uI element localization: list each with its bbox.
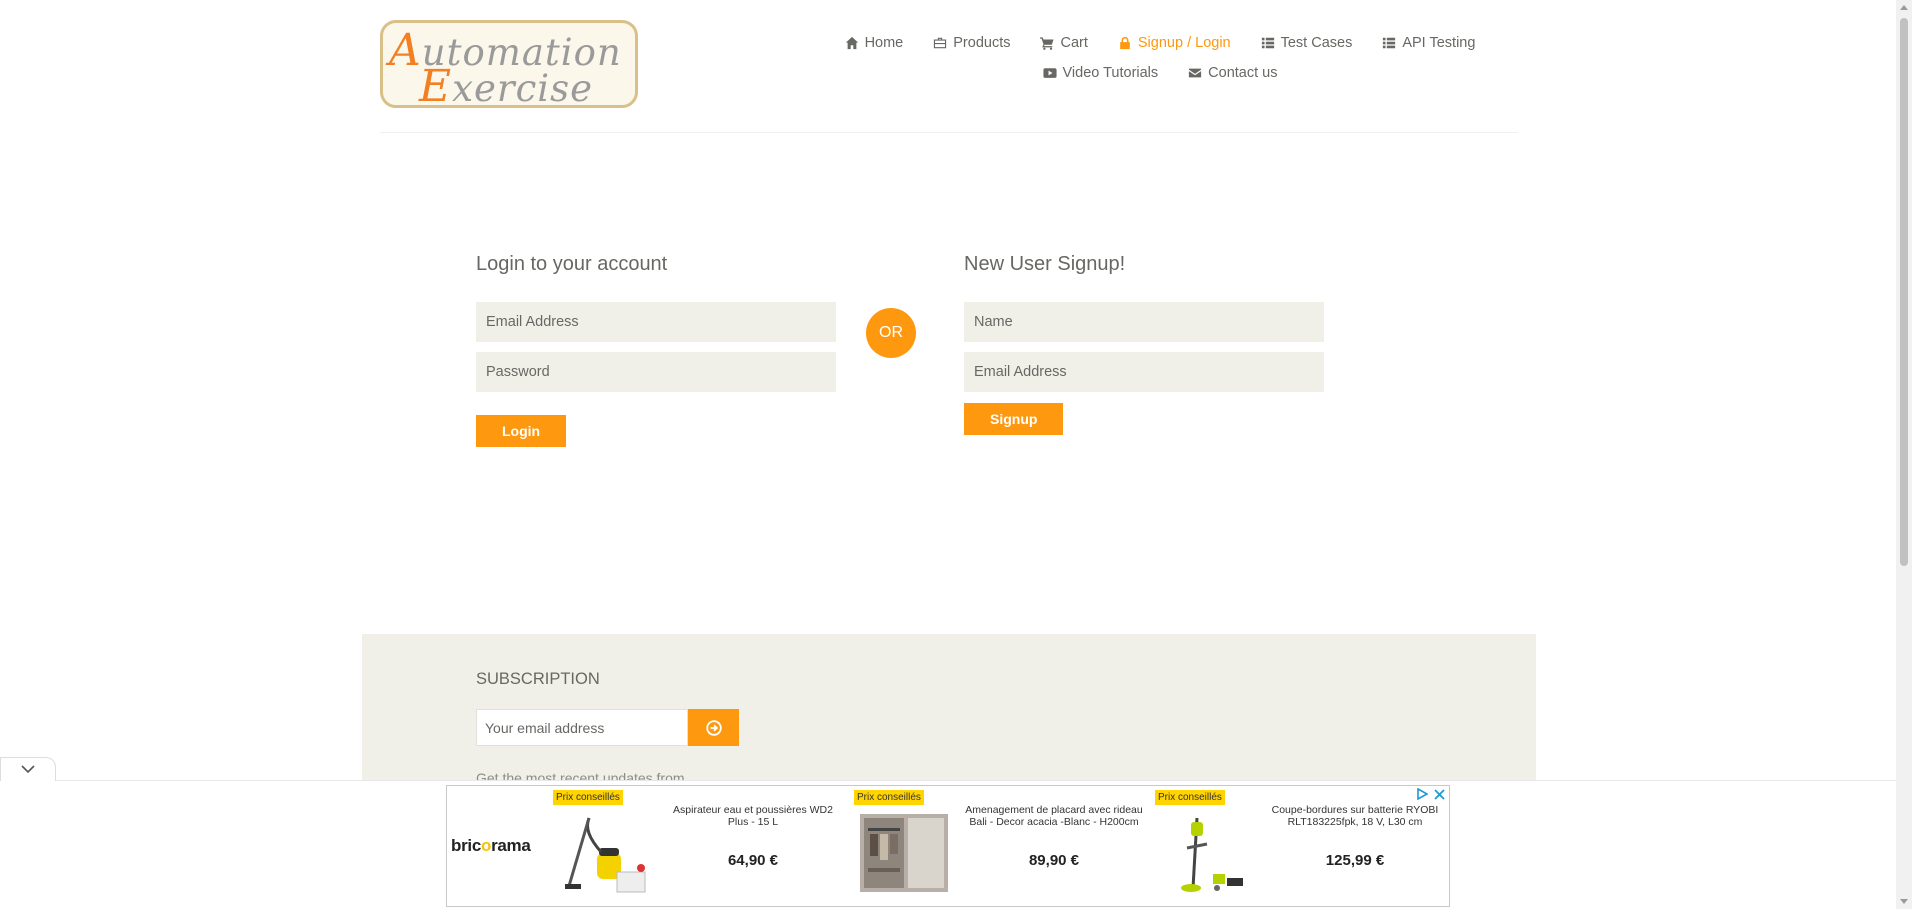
lock-icon xyxy=(1120,36,1130,50)
site-logo[interactable]: Automation Exercise xyxy=(380,20,638,108)
main-nav: Home Products Cart Signup / Login Test C… xyxy=(780,28,1540,88)
scroll-up-arrow-icon[interactable] xyxy=(1900,5,1908,10)
scrollbar-thumb[interactable] xyxy=(1900,18,1908,566)
ad-product-card[interactable]: Prix conseillés Coupe-bordures sur batte… xyxy=(1155,790,1455,902)
page-scrollbar[interactable] xyxy=(1896,0,1912,909)
subscription-title: SUBSCRIPTION xyxy=(476,670,600,688)
nav-products[interactable]: Products xyxy=(933,35,1010,51)
ad-product-badge: Prix conseillés xyxy=(854,790,924,805)
adchoices-icon[interactable] xyxy=(1416,788,1428,800)
grass-trimmer-image xyxy=(1181,817,1243,892)
ad-collapse-toggle[interactable] xyxy=(0,757,56,781)
ad-product-title: Aspirateur eau et poussières WD2 Plus - … xyxy=(673,804,833,828)
signup-title: New User Signup! xyxy=(964,253,1126,275)
close-icon[interactable] xyxy=(1434,788,1445,800)
arrow-circle-right-icon xyxy=(705,719,722,736)
vacuum-cleaner-image xyxy=(565,817,646,893)
youtube-play-icon xyxy=(1042,68,1057,78)
ad-product-title: Amenagement de placard avec rideau Bali … xyxy=(965,804,1143,828)
ad-product-price: 64,90 € xyxy=(727,852,779,869)
signup-name-input[interactable] xyxy=(964,302,1324,342)
signup-button[interactable]: Signup xyxy=(964,403,1064,435)
login-form: Login to your account Login xyxy=(476,252,836,447)
or-divider: OR xyxy=(866,308,916,358)
nav-contact-us[interactable]: Contact us xyxy=(1188,65,1277,81)
nav-signup-login[interactable]: Signup / Login xyxy=(1118,35,1231,51)
login-button[interactable]: Login xyxy=(476,415,567,447)
login-password-input[interactable] xyxy=(476,352,836,392)
nav-home[interactable]: Home xyxy=(845,35,903,51)
cart-icon xyxy=(1040,37,1055,50)
nav-cart[interactable]: Cart xyxy=(1040,35,1088,51)
ad-product-card[interactable]: Prix conseillés Amenagement de placard a… xyxy=(854,790,1154,902)
login-email-input[interactable] xyxy=(476,302,836,342)
chevron-down-icon xyxy=(21,765,35,774)
list-icon xyxy=(1261,37,1274,49)
nav-test-cases[interactable]: Test Cases xyxy=(1261,35,1352,51)
nav-video-tutorials[interactable]: Video Tutorials xyxy=(1042,65,1158,81)
home-icon xyxy=(845,36,858,50)
ad-product-badge: Prix conseillés xyxy=(1155,790,1225,805)
list-icon xyxy=(1383,37,1396,49)
subscription-form xyxy=(476,709,739,746)
nav-api-testing[interactable]: API Testing xyxy=(1382,35,1475,51)
ad-brand-logo: bricorama xyxy=(451,836,531,855)
scroll-down-arrow-icon[interactable] xyxy=(1900,899,1908,904)
signup-form: New User Signup! Signup xyxy=(964,252,1324,435)
ad-controls xyxy=(1416,788,1445,800)
wardrobe-image xyxy=(860,814,948,892)
subscribe-button[interactable] xyxy=(688,709,739,746)
ad-banner[interactable]: bricorama Prix conseillés Aspirateur eau… xyxy=(446,785,1450,907)
ad-product-price: 125,99 € xyxy=(1325,852,1385,869)
ad-product-badge: Prix conseillés xyxy=(553,790,623,805)
ad-product-title: Coupe-bordures sur batterie RYOBI RLT183… xyxy=(1271,804,1439,828)
ad-product-card[interactable]: Prix conseillés Aspirateur eau et poussi… xyxy=(553,790,853,902)
signup-email-input[interactable] xyxy=(964,352,1324,392)
subscription-email-input[interactable] xyxy=(476,709,688,746)
envelope-icon xyxy=(1189,68,1202,78)
login-title: Login to your account xyxy=(476,253,668,275)
ad-product-price: 89,90 € xyxy=(1028,852,1080,869)
briefcase-icon xyxy=(934,37,947,49)
site-header: Automation Exercise Home Products Cart S… xyxy=(380,0,1518,133)
logo-word-exercise: Exercise xyxy=(419,61,594,108)
